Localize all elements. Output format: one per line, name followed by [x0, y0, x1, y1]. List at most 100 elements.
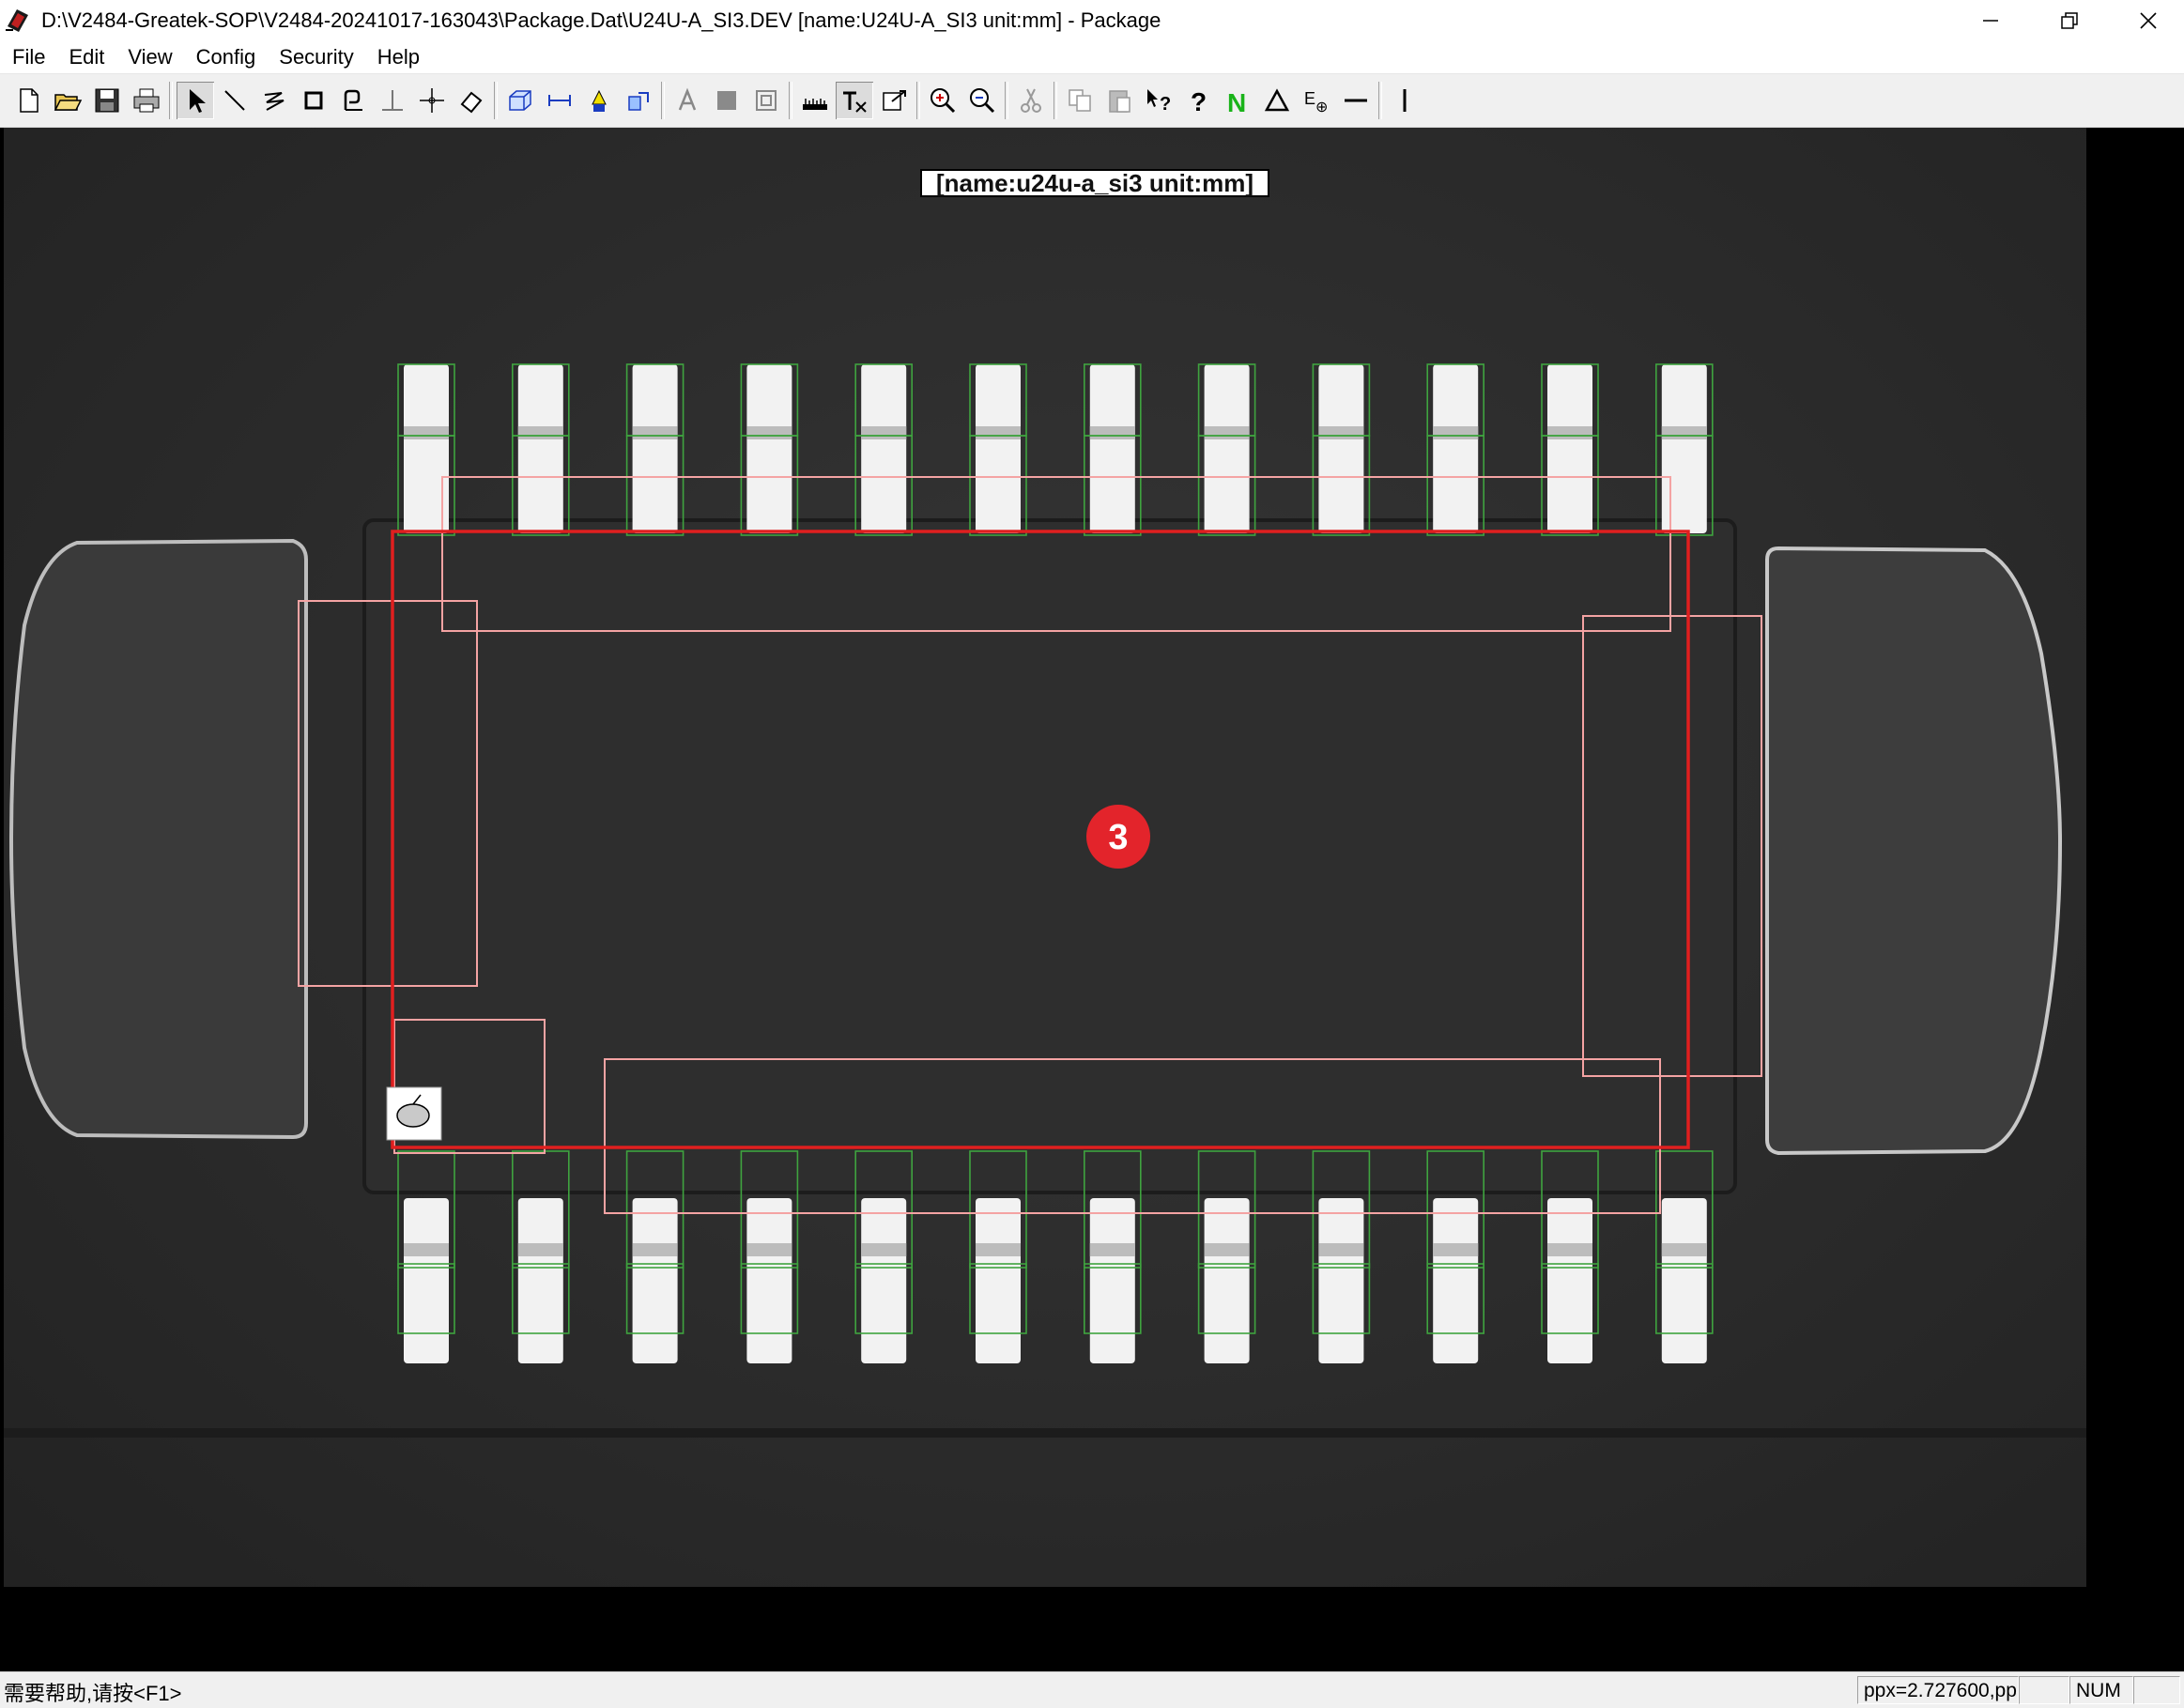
top-pin-band — [976, 426, 1021, 439]
triangle-icon — [1264, 88, 1290, 112]
top-pin — [517, 364, 563, 533]
toolbar-print-button[interactable] — [128, 82, 165, 119]
toolbar-context-help-button[interactable]: ? — [1140, 82, 1177, 119]
top-pin — [1547, 364, 1592, 533]
svg-text:E: E — [1304, 89, 1315, 108]
bottom-pin — [1547, 1198, 1592, 1363]
toolbar-grid-button[interactable] — [747, 82, 785, 119]
toolbar-ep-button[interactable]: E ⊕ — [1298, 82, 1335, 119]
status-pane-end — [2133, 1676, 2180, 1704]
bottom-pin-band — [517, 1243, 563, 1256]
save-icon — [95, 88, 119, 113]
toolbar-new-button[interactable] — [9, 82, 47, 119]
toolbar-text-a-button[interactable] — [669, 82, 706, 119]
toolbar-cut-button[interactable] — [1012, 82, 1050, 119]
top-pin-band — [1204, 426, 1250, 439]
bottom-pin — [632, 1198, 678, 1363]
dimension-icon — [548, 95, 571, 106]
image-view[interactable]: 3 [name:u24u-a_si3 unit:mm] — [4, 128, 2086, 1587]
toolbar-measure-button[interactable] — [620, 82, 657, 119]
bottom-pin-band — [976, 1243, 1021, 1256]
bottom-pin-band — [1204, 1243, 1250, 1256]
close-button[interactable] — [2109, 0, 2184, 41]
top-pin-band — [517, 426, 563, 439]
minimize-icon — [1983, 20, 1998, 22]
toolbar-separator — [916, 82, 920, 119]
menu-security[interactable]: Security — [267, 41, 364, 73]
top-pin-band — [632, 426, 678, 439]
app-icon — [6, 9, 28, 32]
menu-view[interactable]: View — [115, 41, 183, 73]
bottom-pin-band — [1547, 1243, 1592, 1256]
bottom-pin — [1089, 1198, 1135, 1363]
toolbar-export-button[interactable] — [875, 82, 913, 119]
toolbar-crosshair-button[interactable] — [413, 82, 451, 119]
bottom-pin-band — [1661, 1243, 1707, 1256]
view-label: [name:u24u-a_si3 unit:mm] — [920, 169, 1269, 197]
menu-file[interactable]: File — [0, 41, 56, 73]
toolbar-perpendicular-button[interactable] — [374, 82, 411, 119]
open-icon — [54, 94, 83, 111]
toolbar-text-tx-button[interactable] — [836, 82, 873, 119]
top-pin-band — [404, 426, 449, 439]
zoom-in-icon — [931, 88, 956, 114]
toolbar-ruler-button[interactable] — [796, 82, 834, 119]
top-pin-band — [1661, 426, 1707, 439]
toolbar-open-button[interactable] — [49, 82, 86, 119]
window-title: D:\V2484-Greatek-SOP\V2484-20241017-1630… — [41, 8, 1161, 32]
toolbar-line-button[interactable] — [216, 82, 254, 119]
toolbar-n-button[interactable]: N — [1219, 82, 1256, 119]
toolbar-separator — [661, 82, 665, 119]
pointer-icon — [190, 89, 206, 113]
zoom-out-icon — [970, 88, 995, 114]
polyline-icon — [264, 92, 285, 111]
toolbar-separator — [1054, 82, 1057, 119]
step-marker-number: 3 — [1108, 818, 1128, 857]
menu-edit[interactable]: Edit — [56, 41, 115, 73]
status-empty-pane — [2019, 1676, 2069, 1704]
toolbar-triangle-button[interactable] — [1258, 82, 1296, 119]
toolbar-horizontal-line-button[interactable] — [1337, 82, 1375, 119]
status-bar: 需要帮助,请按<F1> ppx=2.727600,pp NUM — [0, 1671, 2184, 1708]
bottom-pin — [1204, 1198, 1250, 1363]
toolbar-separator — [789, 82, 792, 119]
bottom-pin-band — [1089, 1243, 1135, 1256]
toolbar-vertical-line-button[interactable] — [1386, 82, 1423, 119]
toolbar-paste-button[interactable] — [1100, 82, 1138, 119]
toolbar-polyline-button[interactable] — [255, 82, 293, 119]
toolbar-fill-button[interactable] — [708, 82, 746, 119]
toolbar-help-button[interactable]: ? — [1179, 82, 1217, 119]
toolbar-marker-button[interactable] — [580, 82, 618, 119]
toolbar-copy-button[interactable] — [1061, 82, 1099, 119]
toolbar-zoom-out-button[interactable] — [963, 82, 1001, 119]
menu-config[interactable]: Config — [184, 41, 268, 73]
top-pin — [1433, 364, 1479, 533]
minimize-button[interactable] — [1951, 0, 2030, 41]
svg-text:N: N — [1227, 88, 1246, 115]
package-body — [362, 518, 1737, 1194]
ruler-icon — [803, 99, 827, 110]
toolbar-arc-button[interactable] — [334, 82, 372, 119]
chip-image: 3 — [4, 363, 2086, 1438]
toolbar-eraser-button[interactable] — [453, 82, 490, 119]
toolbar-separator — [169, 82, 173, 119]
top-pin — [861, 364, 907, 533]
menu-help[interactable]: Help — [365, 41, 431, 73]
vertical-line-icon — [1403, 89, 1407, 112]
toolbar-zoom-in-button[interactable] — [924, 82, 961, 119]
top-pin-band — [746, 426, 792, 439]
new-icon — [20, 88, 38, 113]
line-icon — [224, 90, 245, 111]
toolbar-rectangle-button[interactable] — [295, 82, 332, 119]
toolbar-separator — [1005, 82, 1008, 119]
close-icon — [2140, 12, 2157, 29]
top-pin — [1089, 364, 1135, 533]
toolbar-save-button[interactable] — [88, 82, 126, 119]
toolbar-pointer-button[interactable] — [177, 82, 214, 119]
bottom-pin-band — [861, 1243, 907, 1256]
toolbar-dimension-button[interactable] — [541, 82, 578, 119]
restore-button[interactable] — [2030, 0, 2109, 41]
left-lead-tab — [8, 538, 308, 1140]
toolbar-box3d-button[interactable] — [501, 82, 539, 119]
box3d-icon — [509, 90, 531, 111]
